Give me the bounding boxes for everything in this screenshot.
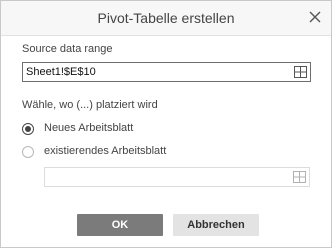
radio-existing-sheet-label: existierendes Arbeitsblatt (44, 145, 167, 157)
close-icon[interactable] (307, 9, 323, 25)
table-grid-icon[interactable] (294, 66, 307, 78)
source-range-input[interactable] (23, 63, 286, 81)
radio-existing-sheet-button[interactable] (22, 146, 34, 158)
source-range-field[interactable] (22, 62, 311, 82)
table-grid-icon[interactable] (293, 171, 306, 183)
dialog-titlebar: Pivot-Tabelle erstellen (1, 1, 331, 36)
cancel-button[interactable]: Abbrechen (173, 214, 259, 236)
radio-new-sheet-button[interactable] (22, 123, 34, 135)
ok-button[interactable]: OK (77, 214, 163, 236)
destination-range-field[interactable] (44, 167, 310, 187)
source-range-label: Source data range (22, 43, 113, 55)
dialog-title: Pivot-Tabelle erstellen (97, 10, 235, 26)
destination-range-input[interactable] (45, 168, 288, 186)
destination-label: Wähle, wo (...) platziert wird (22, 99, 158, 111)
radio-new-sheet-label: Neues Arbeitsblatt (44, 122, 134, 134)
pivot-table-dialog: Pivot-Tabelle erstellen Source data rang… (0, 0, 332, 248)
